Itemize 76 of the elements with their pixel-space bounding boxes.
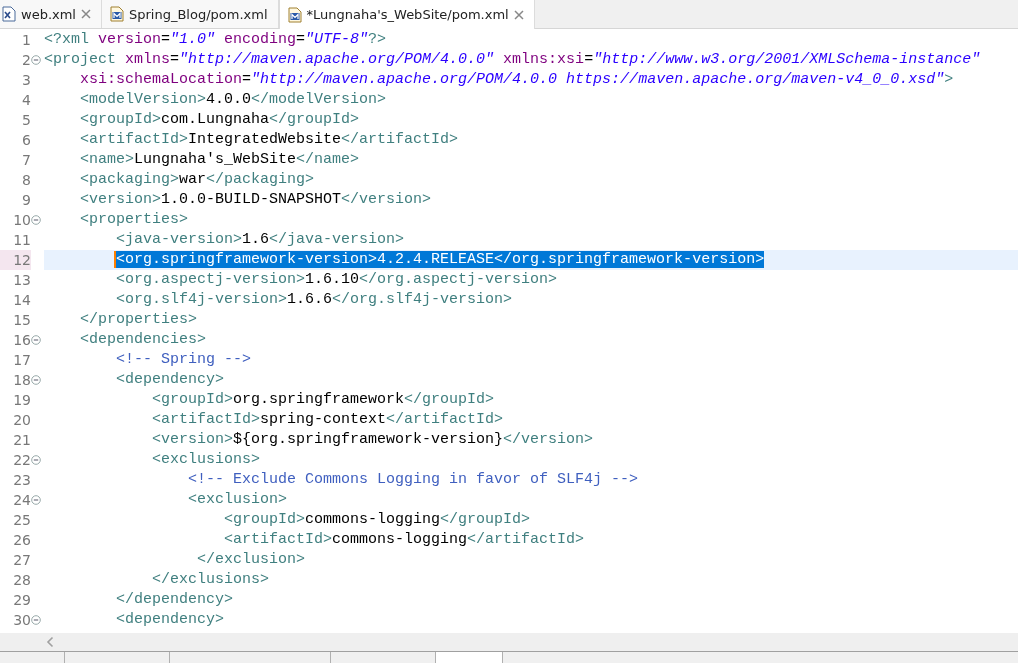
collapse-icon[interactable]	[31, 335, 41, 345]
code-line: <exclusions>	[151, 450, 261, 470]
maven-file-icon	[287, 6, 302, 23]
code-line: <org.slf4j-version>1.6.6</org.slf4j-version>	[115, 290, 513, 310]
collapse-icon[interactable]	[31, 495, 41, 505]
line-number: 8	[21, 171, 31, 190]
code-line: </exclusion>	[196, 550, 306, 570]
line-number: 2	[21, 51, 31, 70]
line-number: 23	[12, 471, 31, 490]
line-number: 26	[12, 531, 31, 550]
line-number: 20	[12, 411, 31, 430]
line-number: 11	[12, 231, 31, 250]
code-line: <version>${org.springframework-version}</version>	[151, 430, 594, 450]
line-number: 12	[0, 250, 31, 270]
collapse-icon[interactable]	[31, 455, 41, 465]
line-number: 16	[12, 331, 31, 350]
code-line: <groupId>org.springframework</groupId>	[151, 390, 495, 410]
code-line: <project xmlns="http://maven.apache.org/POM/4.0.0" xmlns:xsi="http://www.w3.org/2001/XMLSchema-instance"	[44, 50, 981, 70]
line-number: 14	[12, 291, 31, 310]
code-line: <org.aspectj-version>1.6.10</org.aspectj-version>	[115, 270, 558, 290]
line-number: 21	[12, 431, 31, 450]
close-icon[interactable]	[81, 9, 91, 19]
code-line: <!-- Spring -->	[115, 350, 252, 370]
line-number: 15	[12, 311, 31, 330]
horizontal-scrollbar[interactable]	[0, 633, 1018, 651]
line-number: 7	[21, 151, 31, 170]
line-number: 30	[12, 611, 31, 630]
line-number: 19	[12, 391, 31, 410]
line-number: 13	[12, 271, 31, 290]
line-number: 3	[21, 71, 31, 90]
line-number: 24	[12, 491, 31, 510]
code-line: <exclusion>	[187, 490, 288, 510]
collapse-icon[interactable]	[31, 215, 41, 225]
code-line: <properties>	[79, 210, 189, 230]
collapse-icon[interactable]	[31, 615, 41, 625]
editor-tab[interactable]: web.xml	[0, 0, 102, 28]
code-line: <java-version>1.6</java-version>	[115, 230, 405, 250]
code-line: <name>Lungnaha's_WebSite</name>	[79, 150, 360, 170]
editor-tab[interactable]: *Lungnaha's_WebSite/pom.xml	[278, 0, 535, 29]
code-line: <artifactId>commons-logging</artifactId>	[223, 530, 585, 550]
collapse-icon[interactable]	[31, 375, 41, 385]
code-line: <packaging>war</packaging>	[79, 170, 315, 190]
line-number: 27	[12, 551, 31, 570]
line-number: 5	[21, 111, 31, 130]
close-icon[interactable]	[513, 9, 524, 20]
editor-tab[interactable]: Spring_Blog/pom.xml	[102, 0, 279, 28]
line-number: 4	[21, 91, 31, 110]
code-line: <!-- Exclude Commons Logging in favor of SLF4j -->	[187, 470, 639, 490]
scroll-left-icon[interactable]	[46, 636, 54, 648]
line-number: 18	[12, 371, 31, 390]
code-line: <dependency>	[115, 610, 225, 630]
collapse-icon[interactable]	[31, 55, 41, 65]
line-number: 6	[21, 131, 31, 150]
line-number: 1	[21, 31, 31, 50]
code-line: </properties>	[79, 310, 198, 330]
line-number: 29	[12, 591, 31, 610]
line-number: 25	[12, 511, 31, 530]
code-line: <dependency>	[115, 370, 225, 390]
code-line: <modelVersion>4.0.0</modelVersion>	[79, 90, 387, 110]
xml-file-icon	[2, 6, 16, 22]
code-line: <artifactId>spring-context</artifactId>	[151, 410, 504, 430]
maven-file-icon	[110, 6, 124, 22]
line-number: 9	[21, 191, 31, 210]
code-line: <version>1.0.0-BUILD-SNAPSHOT</version>	[79, 190, 432, 210]
code-line: <?xml version="1.0" encoding="UTF-8"?>	[44, 30, 387, 50]
code-line: xsi:schemaLocation="http://maven.apache.org/POM/4.0.0 https://maven.apache.org/maven-v4_0_0.xsd">	[79, 70, 954, 90]
line-number: 28	[12, 571, 31, 590]
code-line: <dependencies>	[79, 330, 207, 350]
line-number: 17	[12, 351, 31, 370]
line-number: 10	[12, 211, 31, 230]
code-line: </dependency>	[115, 590, 234, 610]
code-line: <artifactId>IntegratedWebsite</artifactId>	[79, 130, 459, 150]
code-line: <groupId>com.Lungnaha</groupId>	[79, 110, 360, 130]
line-number: 22	[12, 451, 31, 470]
code-line: <groupId>commons-logging</groupId>	[223, 510, 531, 530]
code-line: </exclusions>	[151, 570, 270, 590]
